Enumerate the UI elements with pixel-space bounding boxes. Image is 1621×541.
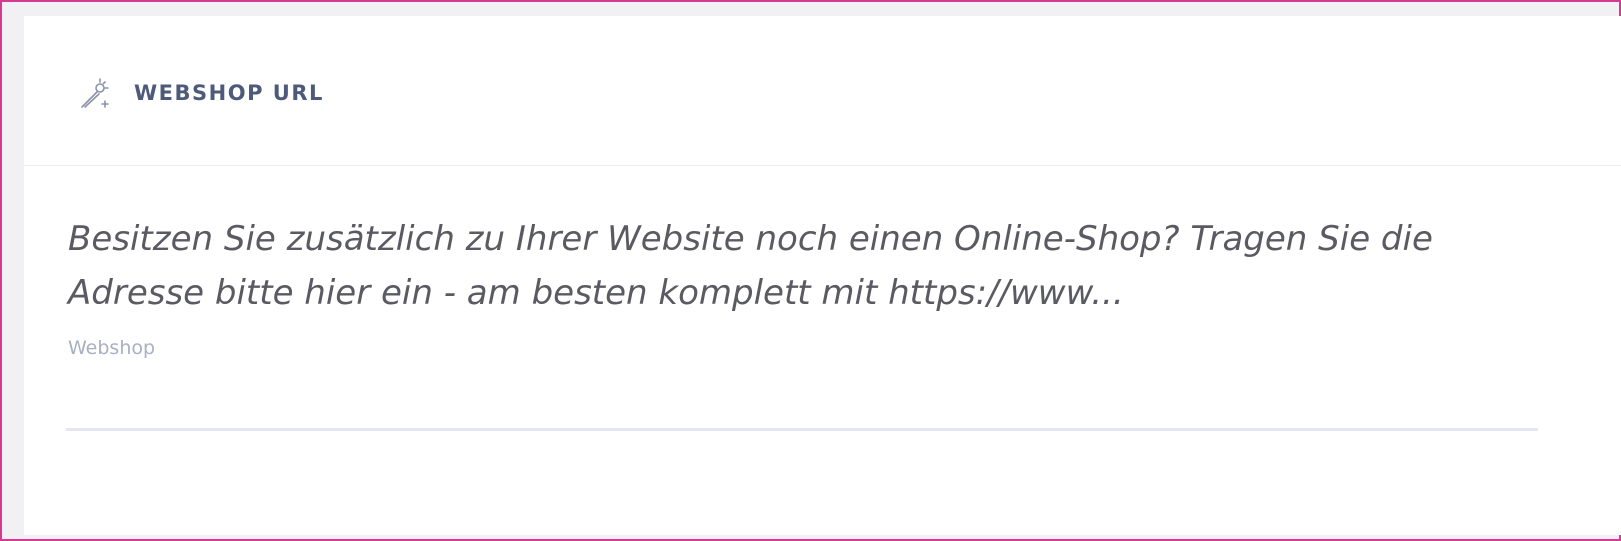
webshop-url-input[interactable] xyxy=(66,361,1538,431)
card-title: WEBSHOP URL xyxy=(134,81,324,105)
webshop-field-label: Webshop xyxy=(68,337,156,359)
selection-frame: WEBSHOP URL Besitzen Sie zusätzlich zu I… xyxy=(0,0,1621,541)
card-header: WEBSHOP URL xyxy=(24,16,1621,166)
magic-wand-icon xyxy=(78,76,114,112)
webshop-url-card: WEBSHOP URL Besitzen Sie zusätzlich zu I… xyxy=(24,16,1621,535)
field-description: Besitzen Sie zusätzlich zu Ihrer Website… xyxy=(68,219,1433,313)
